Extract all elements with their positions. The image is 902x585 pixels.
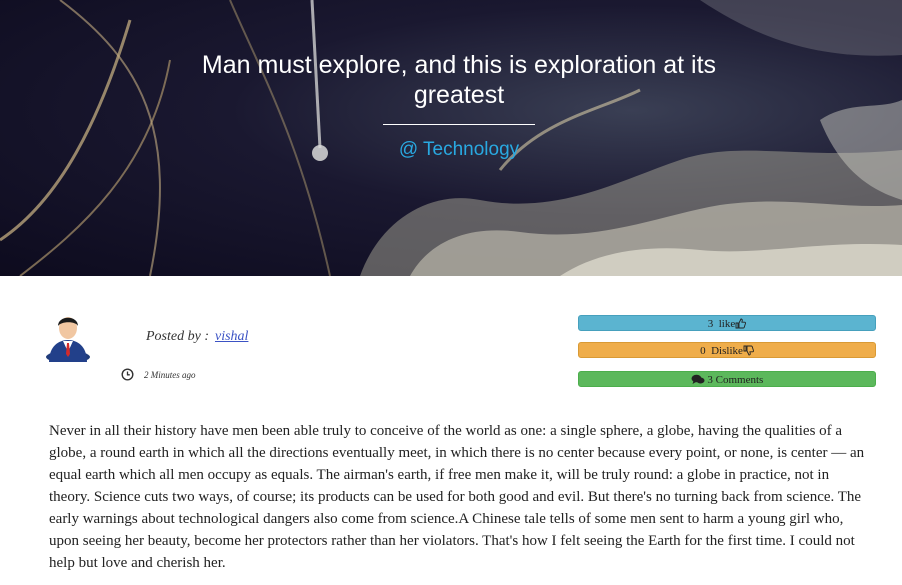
hero-banner: Man must explore, and this is exploratio…: [0, 0, 902, 276]
author-link[interactable]: vishal: [215, 329, 248, 344]
thumbs-down-icon: [743, 345, 754, 356]
clock-icon: [121, 368, 134, 381]
comments-button[interactable]: 3 Comments: [578, 371, 876, 387]
dislike-label: Dislike: [711, 345, 743, 357]
hero-background-image: [0, 0, 902, 276]
author-avatar: [45, 312, 91, 363]
article-body: Never in all their history have men been…: [49, 423, 865, 571]
like-count: 3: [707, 318, 714, 330]
category-link[interactable]: @ Technology: [350, 139, 568, 161]
dislike-button[interactable]: 0 Dislike: [578, 342, 876, 358]
dislike-count: 0: [700, 345, 706, 357]
comments-label: 3 Comments: [707, 374, 764, 386]
post-time: 2 Minutes ago: [144, 370, 196, 380]
page-title: Man must explore, and this is exploratio…: [201, 51, 717, 109]
like-button[interactable]: 3 like: [578, 315, 876, 331]
comments-icon: [691, 374, 705, 384]
posted-by-label: Posted by :: [146, 329, 209, 344]
posted-by: Posted by : vishal: [146, 329, 248, 345]
like-label: like: [718, 318, 736, 330]
thumbs-up-icon: [735, 318, 747, 329]
avatar-icon: [46, 317, 90, 363]
title-divider: [383, 124, 535, 125]
